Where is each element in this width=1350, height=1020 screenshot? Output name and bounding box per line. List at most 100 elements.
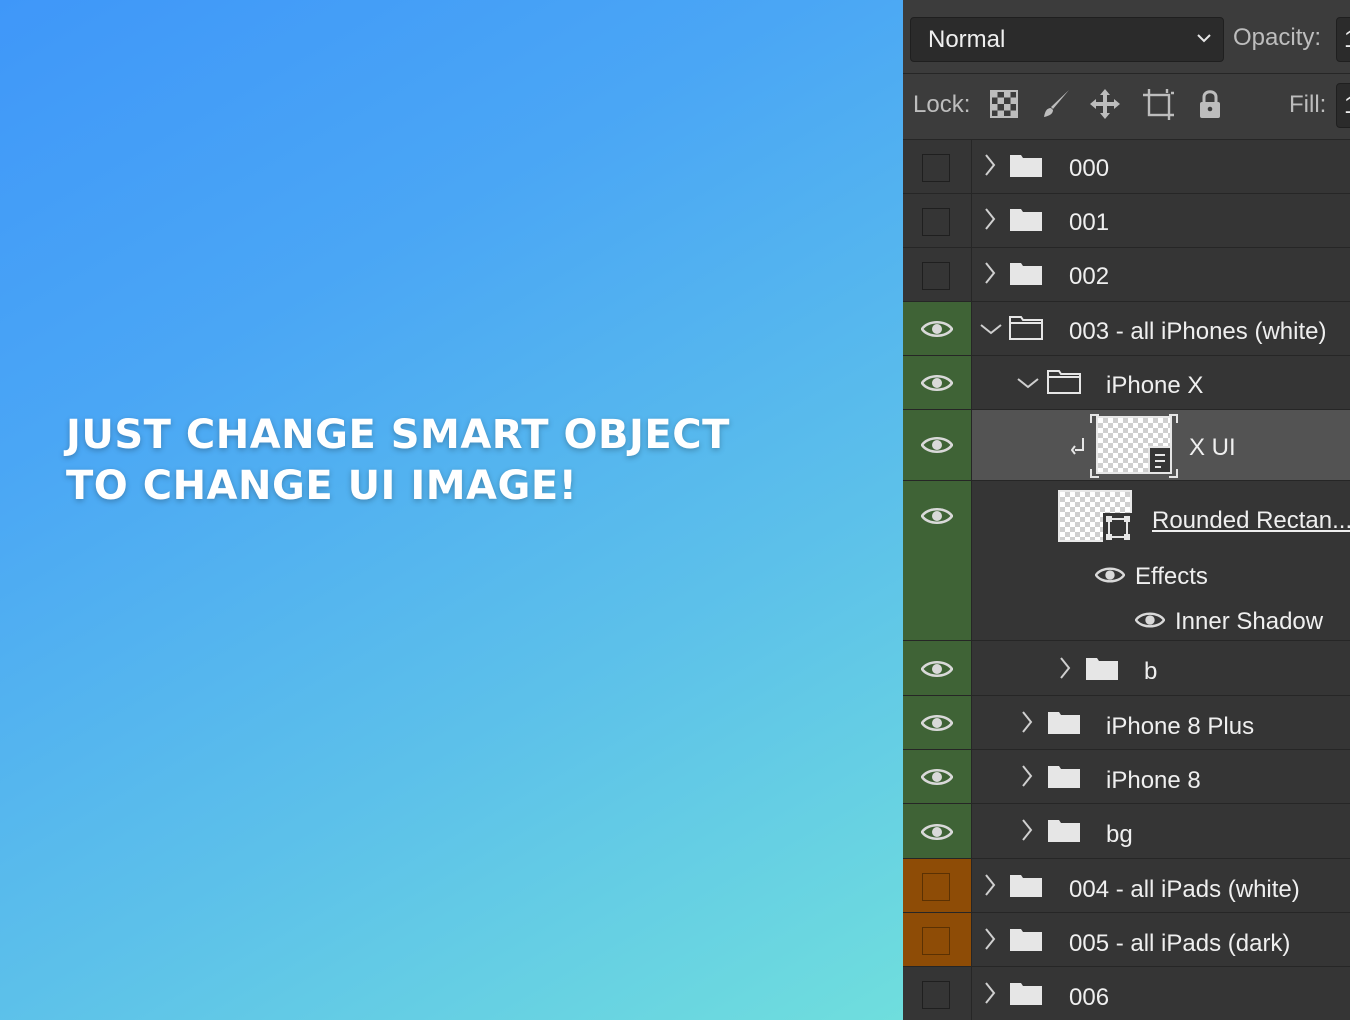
visibility-empty-box [922, 262, 950, 290]
layer-row[interactable]: iPhone 8 [903, 750, 1350, 804]
folder-open-icon [1009, 314, 1043, 340]
layer-row[interactable]: 003 - all iPhones (white) [903, 302, 1350, 356]
layer-name: 001 [1069, 209, 1110, 236]
brush-icon[interactable] [1039, 87, 1073, 121]
eye-icon [921, 713, 953, 733]
eye-icon [921, 506, 953, 526]
blend-mode-select[interactable]: Normal [910, 17, 1224, 62]
promo-background: JUST CHANGE SMART OBJECT TO CHANGE UI IM… [0, 0, 903, 1020]
artboard-icon[interactable] [1141, 87, 1175, 121]
promo-line-2: TO CHANGE UI IMAGE! [66, 463, 578, 509]
folder-icon [1047, 709, 1081, 735]
visibility-toggle[interactable] [903, 696, 972, 749]
eye-icon [921, 319, 953, 339]
visibility-toggle[interactable] [903, 302, 972, 355]
eye-icon [921, 373, 953, 393]
opacity-label: Opacity: [1233, 24, 1322, 51]
chevron-right-icon[interactable] [1020, 764, 1034, 788]
layer-name: 000 [1069, 155, 1110, 182]
move-icon[interactable] [1088, 87, 1122, 121]
layer-name: 004 - all iPads (white) [1069, 876, 1300, 903]
layer-row[interactable]: 006 [903, 967, 1350, 1020]
eye-icon [921, 659, 953, 679]
lock-icon[interactable] [1193, 87, 1227, 121]
smart-object-badge-icon [1090, 414, 1178, 478]
chevron-down-icon[interactable] [979, 322, 1003, 336]
layer-row[interactable]: Rounded Rectan... Effects Inner Shadow [903, 481, 1350, 641]
folder-icon [1009, 260, 1043, 286]
chevron-right-icon[interactable] [1020, 818, 1034, 842]
blend-mode-value: Normal [928, 26, 1006, 53]
visibility-toggle[interactable] [903, 140, 972, 193]
chevron-right-icon[interactable] [1058, 656, 1072, 680]
chevron-right-icon[interactable] [983, 261, 997, 285]
layer-row[interactable]: 000 [903, 140, 1350, 194]
layer-row[interactable]: 001 [903, 194, 1350, 248]
chevron-right-icon[interactable] [983, 873, 997, 897]
layer-name: iPhone 8 [1106, 767, 1201, 794]
layer-name: 005 - all iPads (dark) [1069, 930, 1291, 957]
chevron-right-icon[interactable] [983, 927, 997, 951]
layer-row[interactable]: b [903, 641, 1350, 696]
eye-icon[interactable] [1095, 565, 1125, 585]
visibility-empty-box [922, 981, 950, 1009]
chevron-down-icon[interactable] [1016, 376, 1040, 390]
visibility-toggle[interactable] [903, 248, 972, 301]
blend-opacity-row: Normal Opacity: 1 [903, 0, 1350, 74]
chevron-down-icon [1197, 34, 1211, 43]
layer-row[interactable]: iPhone 8 Plus [903, 696, 1350, 750]
opacity-field[interactable]: 1 [1336, 17, 1350, 62]
chevron-right-icon[interactable] [983, 207, 997, 231]
layer-row-selected[interactable]: X UI [903, 410, 1350, 481]
layer-name: iPhone 8 Plus [1106, 713, 1255, 740]
vector-mask-icon [1103, 513, 1133, 543]
visibility-toggle[interactable] [903, 913, 972, 966]
folder-icon [1009, 926, 1043, 952]
visibility-empty-box [922, 873, 950, 901]
layer-name: b [1144, 658, 1158, 685]
inner-shadow-label: Inner Shadow [1175, 608, 1324, 635]
chevron-right-icon[interactable] [1020, 710, 1034, 734]
layer-row[interactable]: 002 [903, 248, 1350, 302]
effects-label: Effects [1135, 563, 1208, 590]
layer-name: iPhone X [1106, 372, 1204, 399]
visibility-empty-box [922, 208, 950, 236]
layer-row[interactable]: 005 - all iPads (dark) [903, 913, 1350, 967]
layer-name: bg [1106, 821, 1133, 848]
lock-row: Lock: Fill: 1 [903, 74, 1350, 140]
visibility-toggle[interactable] [903, 194, 972, 247]
visibility-toggle[interactable] [903, 410, 972, 480]
chevron-right-icon[interactable] [983, 981, 997, 1005]
visibility-toggle[interactable] [903, 356, 972, 409]
fill-field[interactable]: 1 [1336, 83, 1350, 128]
visibility-toggle[interactable] [903, 641, 972, 695]
visibility-empty-box [922, 154, 950, 182]
visibility-toggle[interactable] [903, 750, 972, 803]
fill-label: Fill: [1289, 91, 1327, 118]
folder-icon [1009, 872, 1043, 898]
folder-icon [1047, 817, 1081, 843]
layer-name: 003 - all iPhones (white) [1069, 318, 1327, 345]
visibility-toggle[interactable] [903, 804, 972, 858]
layer-name: 002 [1069, 263, 1110, 290]
visibility-toggle[interactable] [903, 967, 972, 1020]
layer-row[interactable]: 004 - all iPads (white) [903, 859, 1350, 913]
visibility-toggle[interactable] [903, 481, 972, 640]
checkerboard-icon[interactable] [987, 87, 1021, 121]
chevron-right-icon[interactable] [983, 153, 997, 177]
promo-headline: JUST CHANGE SMART OBJECT TO CHANGE UI IM… [66, 410, 866, 512]
visibility-toggle[interactable] [903, 859, 972, 912]
layer-row[interactable]: iPhone X [903, 356, 1350, 410]
folder-icon [1009, 152, 1043, 178]
folder-icon [1009, 206, 1043, 232]
folder-icon [1085, 655, 1119, 681]
eye-icon [921, 822, 953, 842]
layer-name: 006 [1069, 984, 1110, 1011]
eye-icon[interactable] [1135, 610, 1165, 630]
layer-name: Rounded Rectan... [1152, 507, 1350, 534]
layer-name: X UI [1189, 434, 1236, 461]
visibility-empty-box [922, 927, 950, 955]
clipping-mask-icon [1071, 438, 1084, 455]
folder-icon [1009, 980, 1043, 1006]
layer-row[interactable]: bg [903, 804, 1350, 859]
